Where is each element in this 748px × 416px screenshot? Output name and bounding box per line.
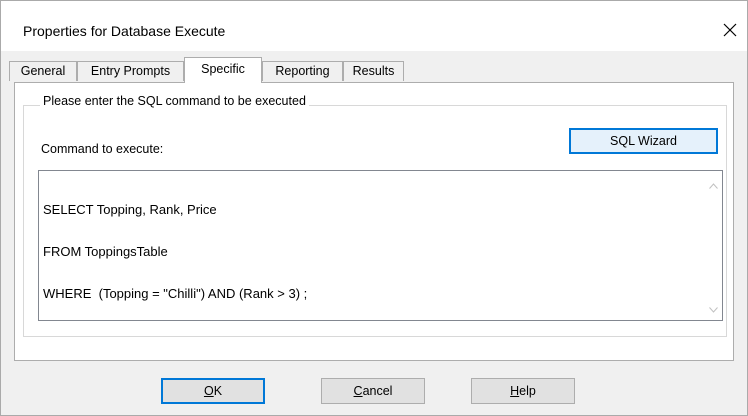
close-button[interactable] [713,13,747,47]
specific-tab-panel: Please enter the SQL command to be execu… [14,82,734,361]
tab-reporting[interactable]: Reporting [262,61,343,81]
sql-text: SELECT Topping, Rank, Price FROM Topping… [43,175,307,329]
sql-line: WHERE (Topping = "Chilli") AND (Rank > 3… [43,286,308,301]
tab-general[interactable]: General [9,61,77,81]
scroll-down-button[interactable] [705,301,722,318]
sql-wizard-button[interactable]: SQL Wizard [569,128,718,154]
window-title: Properties for Database Execute [23,23,226,39]
sql-command-textarea[interactable]: SELECT Topping, Rank, Price FROM Topping… [38,170,723,321]
help-button[interactable]: Help [471,378,575,404]
command-label: Command to execute: [41,142,164,156]
tab-results[interactable]: Results [343,61,404,81]
sql-line: SELECT Topping, Rank, Price [43,202,217,217]
ok-mnemonic: O [203,384,214,398]
vertical-scrollbar[interactable] [705,171,722,320]
group-title: Please enter the SQL command to be execu… [40,94,309,108]
help-mnemonic: H [510,384,520,398]
title-bar: Properties for Database Execute [1,1,747,51]
tab-specific[interactable]: Specific [184,57,262,83]
properties-dialog: Properties for Database Execute General … [0,0,748,416]
chevron-down-icon [709,306,718,313]
chevron-up-icon [709,182,718,189]
cancel-label-rest: ancel [362,384,393,398]
help-label-rest: elp [519,384,536,398]
ok-label-rest: K [213,384,223,398]
cancel-button[interactable]: Cancel [321,378,425,404]
cancel-mnemonic: C [353,384,363,398]
sql-line: FROM ToppingsTable [43,244,168,259]
tab-entry-prompts[interactable]: Entry Prompts [77,61,184,81]
ok-button[interactable]: OK [161,378,265,404]
close-icon [723,23,737,37]
scroll-up-button[interactable] [705,177,722,194]
